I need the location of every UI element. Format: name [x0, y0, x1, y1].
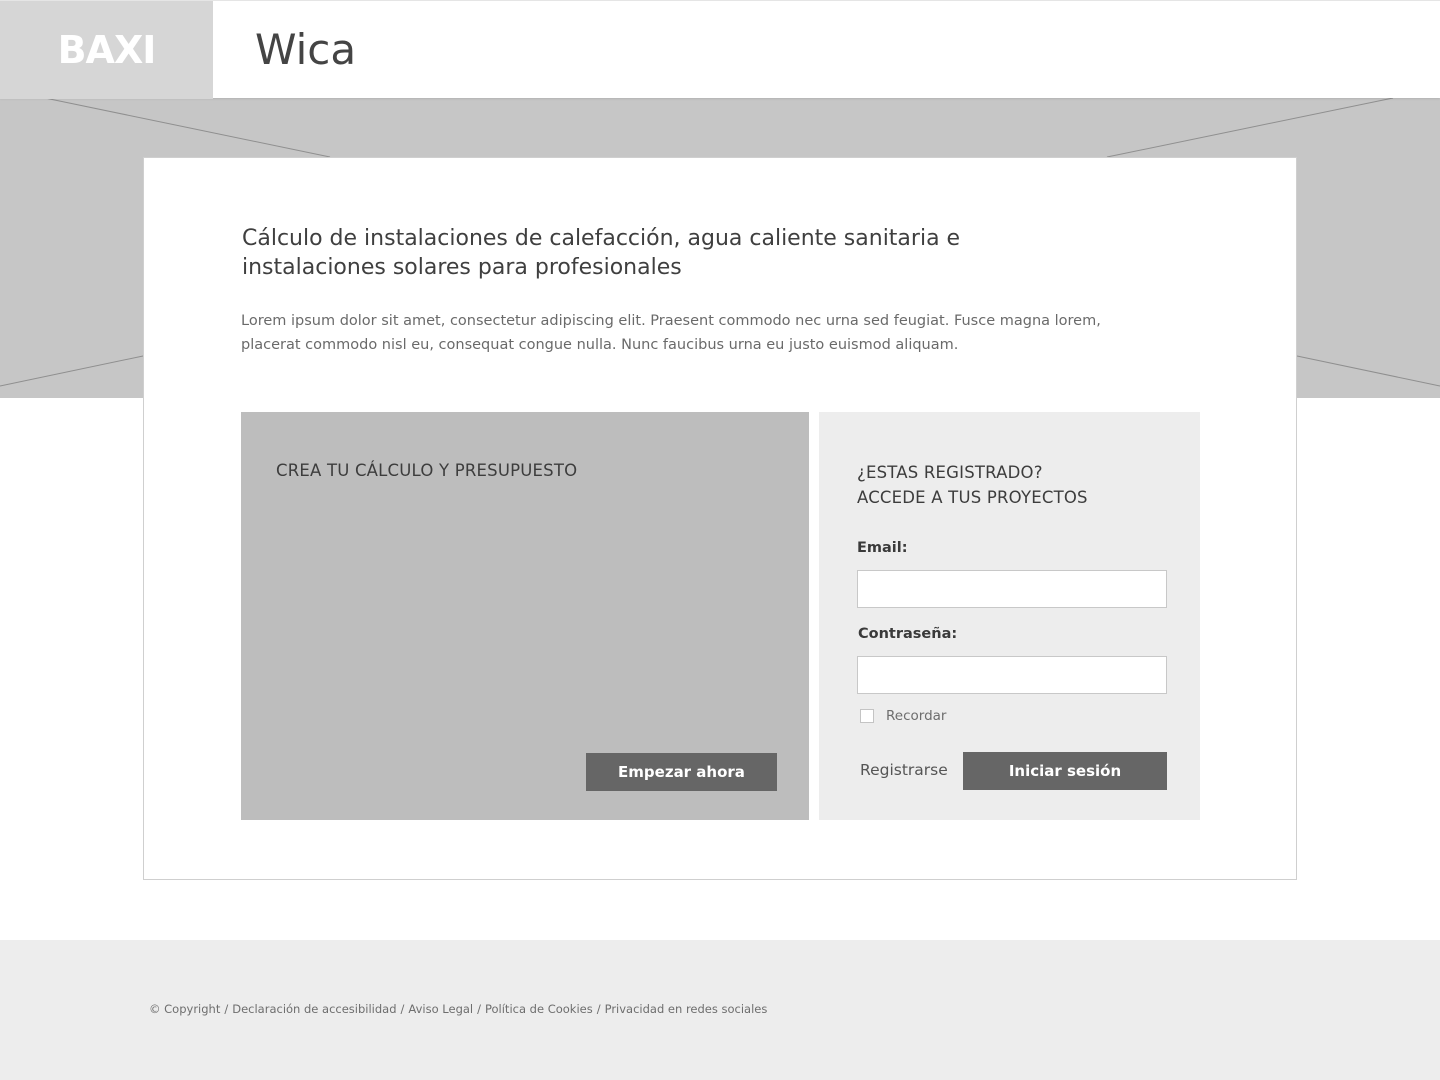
- password-field[interactable]: [857, 656, 1167, 694]
- remember-checkbox[interactable]: [860, 709, 874, 723]
- create-panel-title: CREA TU CÁLCULO Y PRESUPUESTO: [276, 461, 578, 480]
- page: BAXI Wica Cálculo de instalaciones de ca…: [0, 0, 1440, 1080]
- footer-separator: /: [224, 1002, 229, 1016]
- footer-link-social-privacy[interactable]: Privacidad en redes sociales: [605, 1002, 768, 1016]
- login-title-line1: ¿ESTAS REGISTRADO?: [857, 463, 1043, 482]
- footer-separator: /: [596, 1002, 601, 1016]
- login-panel-title: ¿ESTAS REGISTRADO? ACCEDE A TUS PROYECTO…: [857, 460, 1088, 510]
- header: BAXI Wica: [0, 0, 1440, 99]
- app-title: Wica: [255, 25, 357, 74]
- create-calculation-panel: CREA TU CÁLCULO Y PRESUPUESTO Empezar ah…: [241, 412, 809, 820]
- start-now-button[interactable]: Empezar ahora: [586, 753, 777, 791]
- login-title-line2: ACCEDE A TUS PROYECTOS: [857, 488, 1088, 507]
- footer-link-legal[interactable]: Aviso Legal: [408, 1002, 473, 1016]
- footer-separator: /: [477, 1002, 481, 1016]
- login-button[interactable]: Iniciar sesión: [963, 752, 1167, 790]
- register-link[interactable]: Registrarse: [860, 761, 948, 779]
- page-headline: Cálculo de instalaciones de calefacción,…: [242, 226, 961, 280]
- login-panel: ¿ESTAS REGISTRADO? ACCEDE A TUS PROYECTO…: [819, 412, 1200, 820]
- footer-link-accessibility[interactable]: Declaración de accesibilidad: [232, 1002, 396, 1016]
- password-label: Contraseña:: [858, 626, 958, 642]
- remember-me: Recordar: [860, 708, 946, 724]
- footer: © Copyright / Declaración de accesibilid…: [0, 940, 1440, 1080]
- logo-text: BAXI: [57, 28, 157, 72]
- intro-text: Lorem ipsum dolor sit amet, consectetur …: [241, 313, 1101, 353]
- footer-link-copyright[interactable]: © Copyright: [149, 1002, 220, 1016]
- logo[interactable]: BAXI: [0, 1, 213, 99]
- main-card: Cálculo de instalaciones de calefacción,…: [143, 157, 1297, 880]
- email-field[interactable]: [857, 570, 1167, 608]
- email-label: Email:: [857, 540, 908, 556]
- footer-link-cookies[interactable]: Política de Cookies: [485, 1002, 593, 1016]
- footer-separator: /: [400, 1002, 405, 1016]
- remember-label: Recordar: [886, 708, 947, 724]
- footer-links: © Copyright / Declaración de accesibilid…: [149, 1002, 767, 1016]
